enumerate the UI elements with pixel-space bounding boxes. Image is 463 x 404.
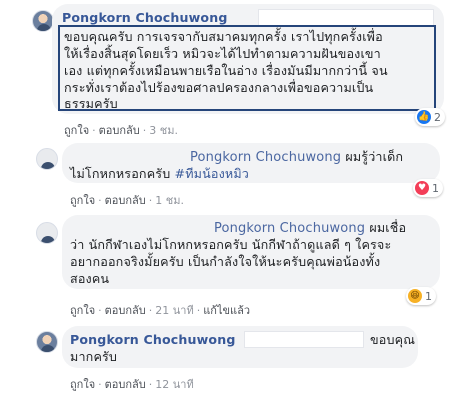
like-link[interactable]: ถูกใจ [70, 304, 95, 317]
redacted-author-prefix [70, 148, 188, 165]
comment-actions: ถูกใจ · ตอบกลับ · 21 นาที · แก้ไขแล้ว [70, 304, 251, 317]
comment-second-line: ไม่โกหกหรอกครับ #ทีมน้องหมิว [70, 165, 249, 182]
reaction-count: 2 [434, 110, 441, 124]
comment-text: ผมรู้ว่าเด็ก [345, 149, 404, 164]
comment-text-line: ธรรมครับ [64, 96, 118, 111]
timestamp[interactable]: 3 ชม. [149, 124, 178, 137]
reaction-summary[interactable]: ♥ 1 [413, 179, 443, 197]
comment-text-line: สองคน [70, 271, 110, 286]
redacted-mention [244, 331, 364, 348]
comment-author[interactable]: Pongkorn Chochuwong [190, 150, 341, 165]
comment-text: ผมเชื่อ [369, 220, 407, 235]
comment-text-line: กระทั่งเราต้องไปร้องขอศาลปครองกลางเพื่อข… [64, 80, 374, 95]
comment-actions: ถูกใจ · ตอบกลับ · 12 นาที [70, 378, 194, 391]
like-icon: 👍 [417, 110, 431, 124]
comment-text-line: เอง แต่ทุกครั้งเหมือนพายเรือในอ่าง เรื่อ… [64, 63, 388, 78]
timestamp[interactable]: 1 ชม. [155, 194, 184, 207]
reply-link[interactable]: ตอบกลับ [105, 194, 146, 207]
comment-author[interactable]: Pongkorn Chochuwong [70, 331, 236, 348]
comment-text-line: ว่า นักกีฬาเองไม่โกหกหรอกครับ นักกีฬาถ้า… [70, 237, 392, 252]
reaction-count: 1 [425, 289, 432, 303]
reaction-summary[interactable]: 😆 1 [406, 287, 436, 305]
redacted-author-prefix [70, 219, 210, 236]
comment-first-line: Pongkorn Chochuwong ผมรู้ว่าเด็ก [190, 148, 403, 166]
edited-label[interactable]: แก้ไขแล้ว [203, 304, 250, 317]
timestamp[interactable]: 12 นาที [155, 378, 193, 391]
avatar[interactable] [36, 148, 58, 170]
comment-text-line: ขอบคุณครับ การเจรจากับสมาคมทุกครั้ง เราไ… [64, 29, 383, 44]
reply-link[interactable]: ตอบกลับ [105, 378, 146, 391]
heart-icon: ♥ [415, 181, 429, 195]
like-link[interactable]: ถูกใจ [64, 124, 89, 137]
like-link[interactable]: ถูกใจ [70, 194, 95, 207]
comment-text: ขอบคุณ [370, 332, 416, 347]
avatar[interactable] [36, 222, 58, 244]
comment-actions: ถูกใจ · ตอบกลับ · 3 ชม. [64, 124, 178, 137]
hashtag-link[interactable]: #ทีมน้องหมิว [175, 166, 250, 181]
reply-link[interactable]: ตอบกลับ [99, 124, 140, 137]
comment-author[interactable]: Pongkorn Chochuwong [214, 221, 365, 236]
comment-text-line: อยากออกจริงมั้ยครับ เป็นกำลังใจให้นะครับ… [70, 254, 381, 269]
comment-text: มากครับ [70, 349, 118, 364]
reaction-summary[interactable]: 👍 2 [415, 108, 445, 126]
avatar[interactable] [32, 10, 54, 32]
comment-text: ไม่โกหกหรอกครับ [70, 166, 175, 181]
comment-text-line: ให้เรื่องสิ้นสุดโดยเร็ว หมิวจะได้ไปทำตาม… [64, 46, 381, 61]
timestamp[interactable]: 21 นาที [155, 304, 193, 317]
haha-icon: 😆 [408, 289, 422, 303]
redacted-mention [258, 9, 434, 26]
like-link[interactable]: ถูกใจ [70, 378, 95, 391]
comment-author[interactable]: Pongkorn Chochuwong [62, 9, 228, 26]
comment-first-line: Pongkorn Chochuwong ผมเชื่อ [214, 219, 406, 237]
reply-link[interactable]: ตอบกลับ [105, 304, 146, 317]
avatar[interactable] [36, 331, 58, 353]
reaction-count: 1 [432, 181, 439, 195]
comment-actions: ถูกใจ · ตอบกลับ · 1 ชม. [70, 194, 184, 207]
